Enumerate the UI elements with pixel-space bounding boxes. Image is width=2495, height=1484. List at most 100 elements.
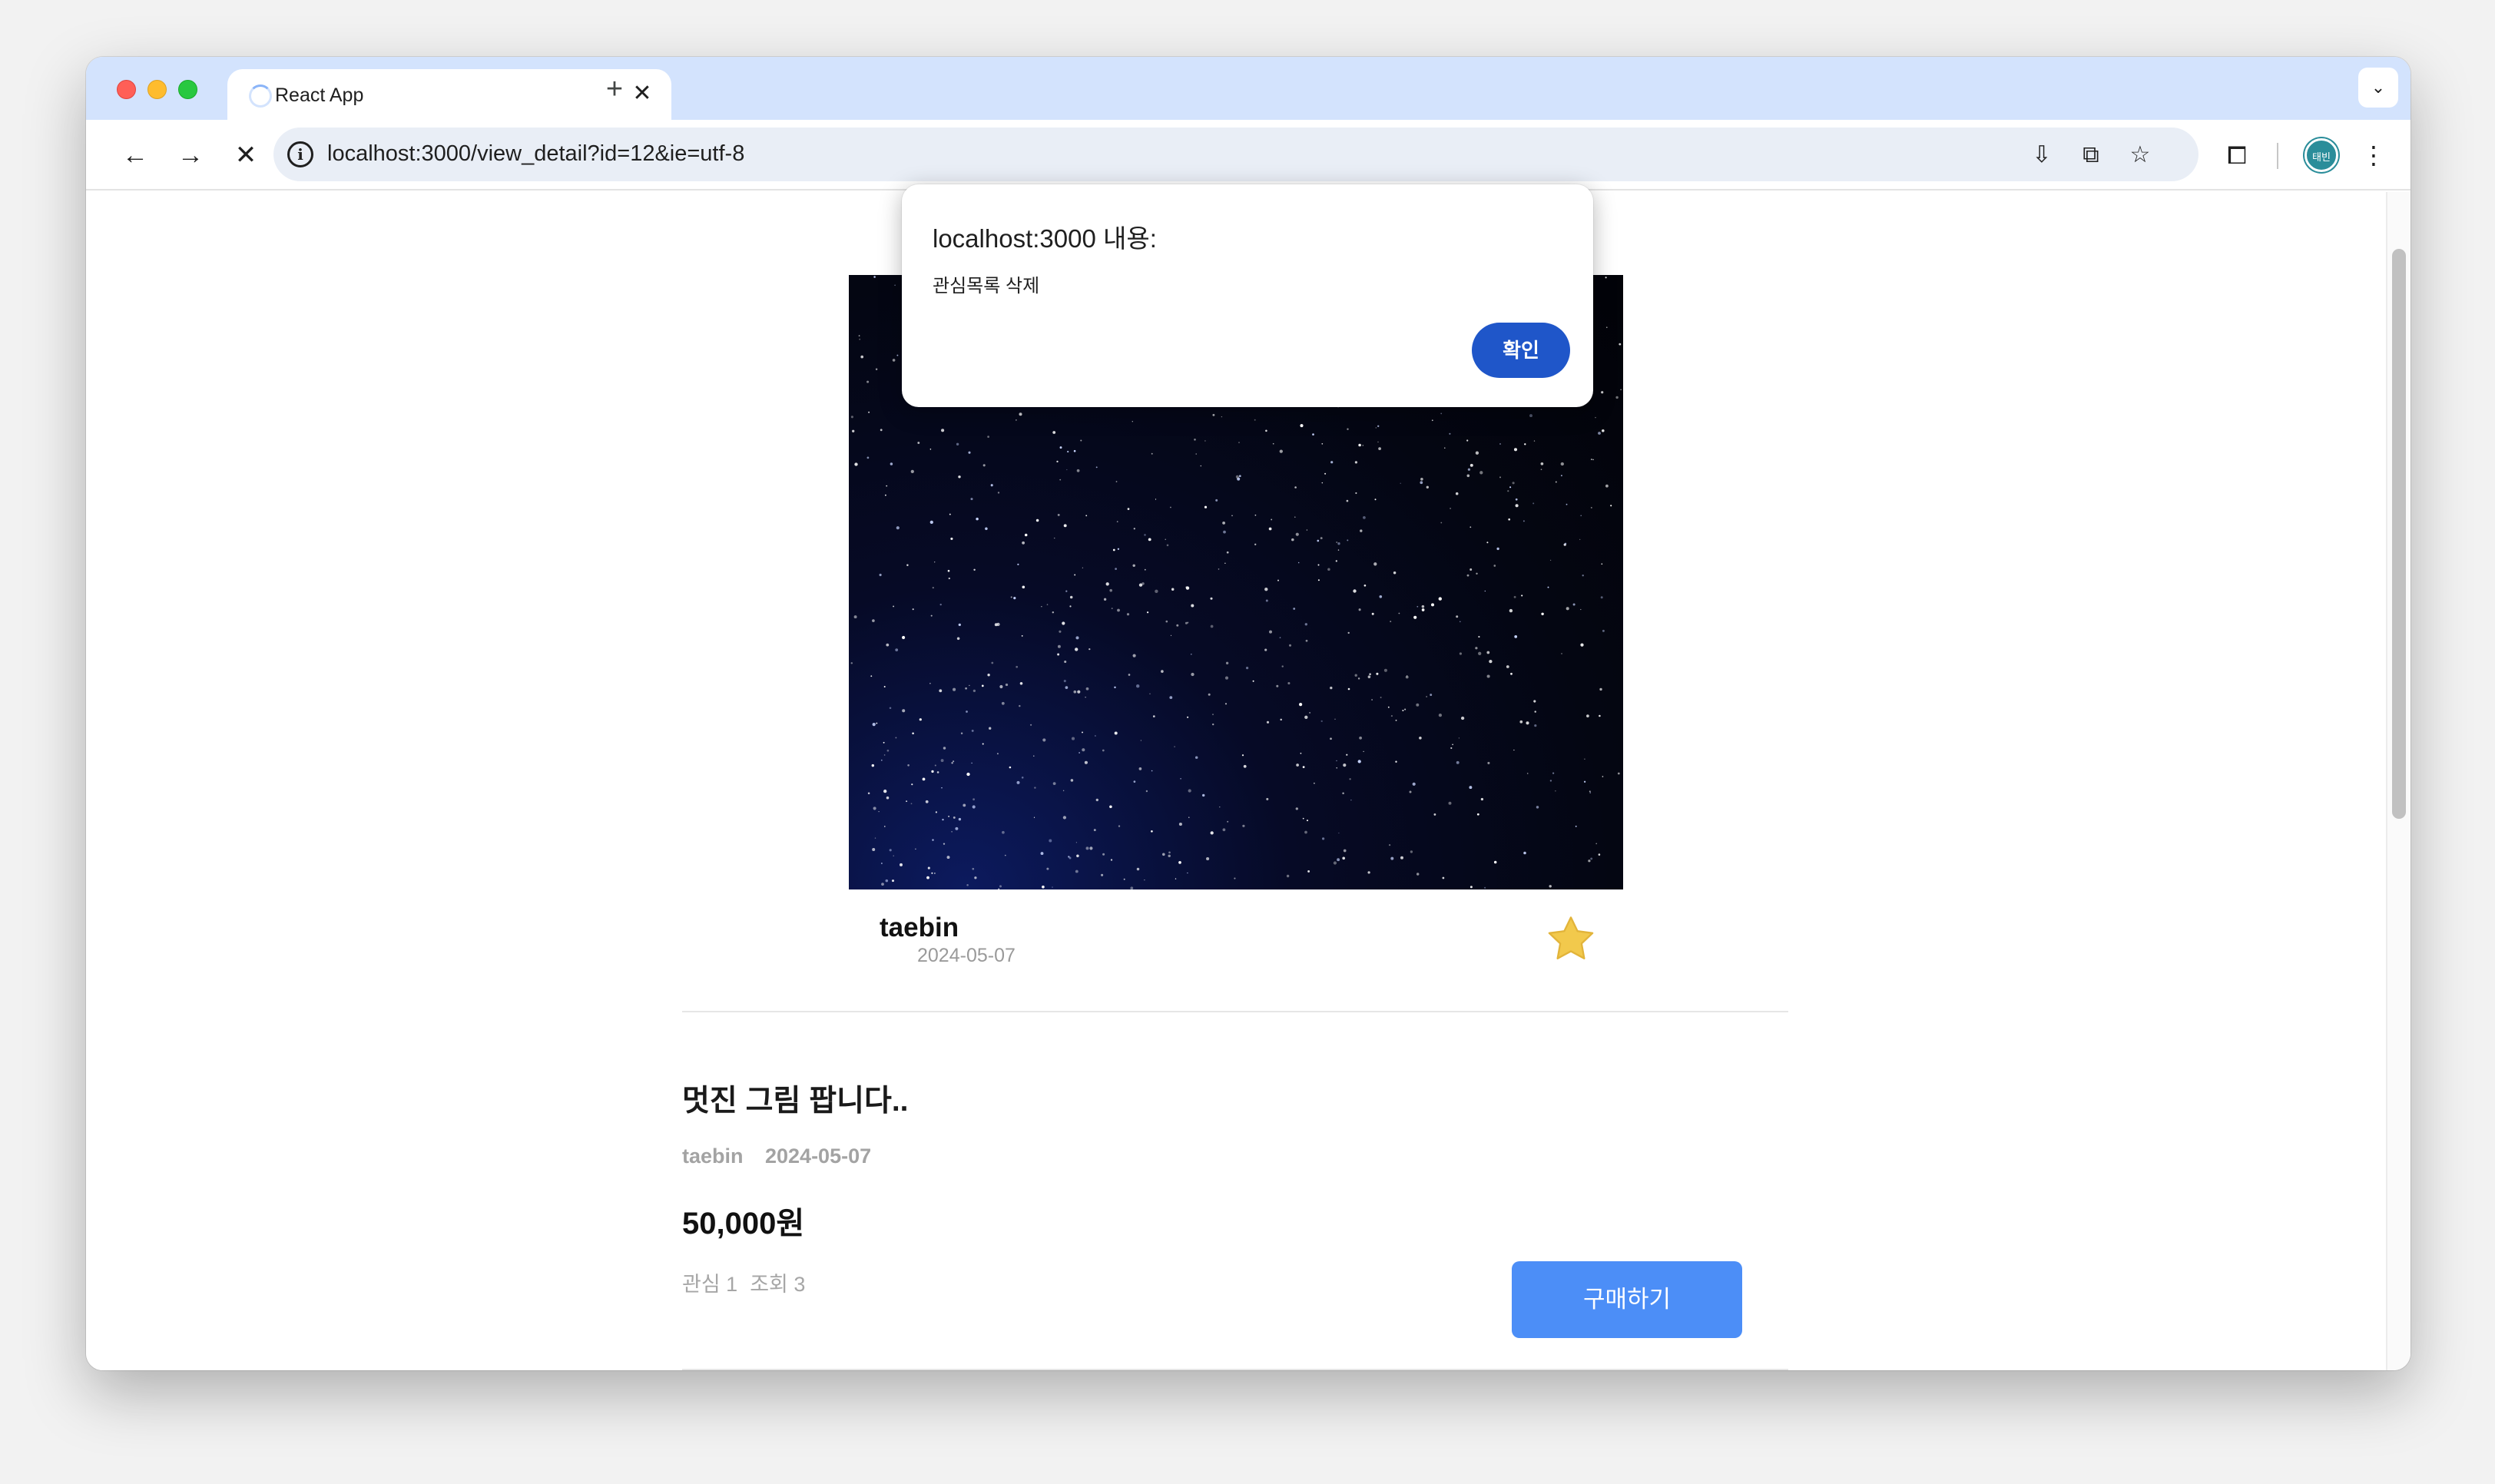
translate-icon[interactable]: ⧉	[2074, 138, 2108, 172]
star-dot	[1469, 568, 1473, 571]
more-vert-icon[interactable]: ⋮	[2355, 137, 2392, 174]
buy-button[interactable]: 구매하기	[1512, 1261, 1742, 1338]
star-dot	[1486, 674, 1490, 678]
star-dot	[1302, 817, 1304, 820]
star-dot	[1168, 851, 1171, 854]
star-dot	[1480, 797, 1484, 801]
star-dot	[1088, 648, 1091, 651]
star-dot	[1281, 665, 1284, 667]
star-dot	[1264, 648, 1267, 651]
star-dot	[1412, 782, 1416, 786]
tab-strip: React App ✕ + ⌄	[86, 57, 2411, 120]
star-dot	[1367, 871, 1370, 874]
star-dot	[1001, 701, 1005, 705]
star-dot	[1102, 853, 1105, 856]
star-dot	[1337, 858, 1340, 862]
loading-spinner-icon	[249, 84, 272, 108]
star-dot	[1075, 870, 1079, 873]
star-dot	[958, 623, 961, 627]
star-dot	[1317, 539, 1320, 542]
star-dot	[878, 810, 880, 813]
star-filled-icon[interactable]	[1544, 913, 1598, 966]
star-dot	[902, 635, 906, 640]
star-dot	[1111, 608, 1113, 610]
star-dot	[1555, 481, 1557, 483]
bookmark-star-icon[interactable]: ☆	[2123, 138, 2157, 172]
star-dot	[1349, 778, 1351, 780]
star-dot	[1387, 706, 1390, 708]
star-dot	[1510, 672, 1513, 675]
star-dot	[1357, 760, 1361, 764]
star-dot	[1327, 568, 1330, 571]
star-dot	[1191, 672, 1194, 677]
dialog-ok-button[interactable]: 확인	[1472, 323, 1570, 378]
star-dot	[873, 807, 876, 810]
star-dot	[868, 411, 870, 413]
minimize-window-button[interactable]	[147, 80, 167, 99]
extensions-puzzle-icon[interactable]: ⧠	[2218, 137, 2255, 174]
star-dot	[1440, 522, 1443, 524]
star-dot	[1271, 518, 1273, 521]
star-dot	[1206, 856, 1210, 861]
star-dot	[1264, 588, 1268, 591]
star-dot	[1549, 780, 1552, 782]
star-dot	[1416, 605, 1419, 608]
star-dot	[1269, 630, 1272, 634]
star-dot	[1133, 780, 1136, 783]
star-dot	[1069, 605, 1072, 608]
star-dot	[886, 796, 890, 800]
star-dot	[942, 818, 944, 821]
forward-arrow-icon[interactable]: →	[172, 137, 209, 174]
star-dot	[1374, 499, 1377, 501]
star-dot	[893, 605, 895, 608]
star-dot	[915, 848, 916, 850]
star-dot	[1549, 559, 1552, 561]
star-dot	[1210, 831, 1214, 835]
profile-avatar[interactable]: 태빈	[2304, 138, 2338, 172]
star-dot	[1114, 686, 1116, 689]
star-dot	[1191, 604, 1194, 608]
star-dot	[1333, 861, 1337, 865]
star-dot	[996, 622, 1000, 627]
install-app-icon[interactable]: ⇩	[2025, 138, 2059, 172]
star-dot	[1304, 623, 1307, 626]
site-info-icon[interactable]: i	[287, 141, 313, 167]
star-dot	[1266, 720, 1270, 724]
star-dot	[1400, 856, 1403, 860]
close-window-button[interactable]	[117, 80, 136, 99]
new-tab-button[interactable]: +	[596, 71, 633, 108]
star-dot	[1466, 439, 1469, 442]
star-dot	[1254, 543, 1257, 545]
star-dot	[1046, 867, 1049, 870]
star-dot	[1212, 723, 1214, 726]
star-dot	[1360, 529, 1363, 532]
star-dot	[1371, 699, 1373, 701]
star-dot	[1420, 481, 1423, 485]
scrollbar[interactable]	[2386, 192, 2411, 1370]
star-dot	[1294, 486, 1297, 489]
star-dot	[1238, 475, 1241, 478]
star-dot	[1580, 515, 1582, 516]
back-arrow-icon[interactable]: ←	[117, 137, 154, 174]
star-dot	[970, 498, 973, 501]
maximize-window-button[interactable]	[178, 80, 197, 99]
star-dot	[971, 729, 974, 732]
address-url[interactable]: localhost:3000/view_detail?id=12&ie=utf-…	[327, 141, 744, 167]
star-dot	[1610, 505, 1612, 507]
star-dot	[987, 436, 989, 438]
scrollbar-thumb[interactable]	[2392, 249, 2406, 819]
star-dot	[1321, 482, 1324, 484]
star-dot	[1455, 492, 1459, 495]
star-dot	[1101, 873, 1104, 876]
star-dot	[1052, 886, 1053, 888]
star-dot	[1073, 449, 1076, 452]
star-dot	[1533, 700, 1536, 703]
address-bar[interactable]: i localhost:3000/view_detail?id=12&ie=ut…	[273, 128, 2198, 181]
star-dot	[1004, 854, 1006, 856]
star-dot	[873, 276, 876, 278]
star-dot	[1507, 490, 1509, 492]
star-dot	[1534, 711, 1536, 713]
star-dot	[1243, 764, 1247, 768]
stop-loading-icon[interactable]: ✕	[227, 137, 264, 174]
tab-search-chevron-icon[interactable]: ⌄	[2358, 68, 2398, 108]
